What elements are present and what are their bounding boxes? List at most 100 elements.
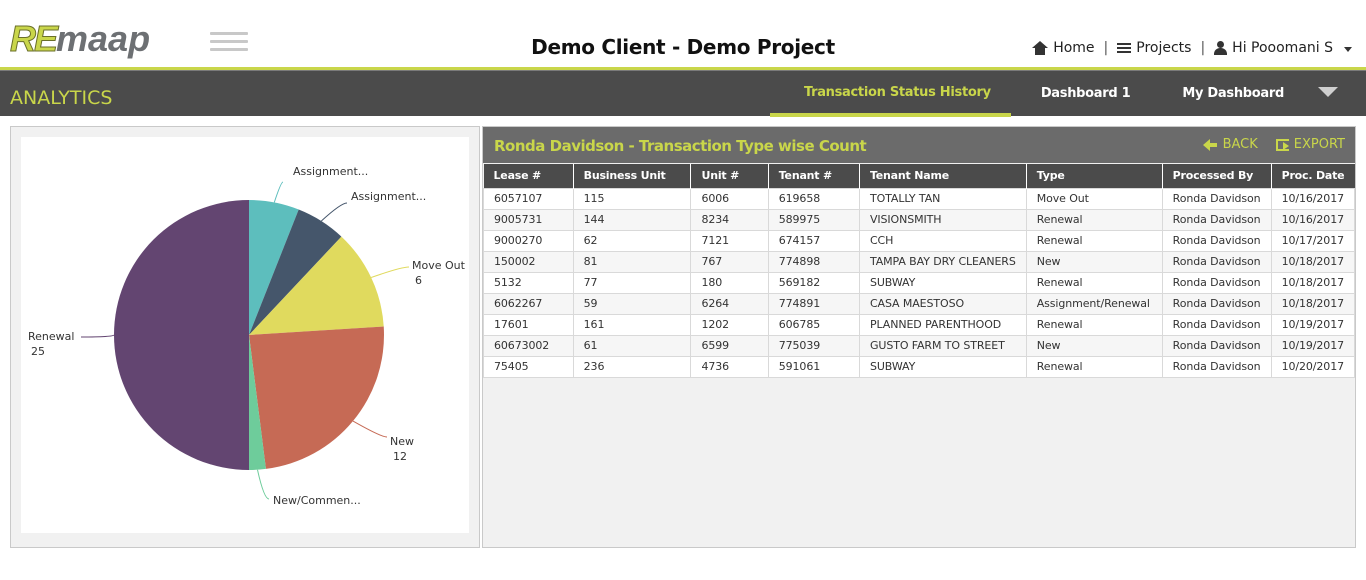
table-cell: 9005731 (483, 208, 574, 231)
table-cell: 767 (690, 250, 769, 273)
table-cell: 774891 (767, 292, 860, 315)
table-cell: 10/19/2017 (1270, 334, 1356, 357)
table-cell: 774898 (767, 250, 860, 273)
column-header[interactable]: Processed By (1162, 164, 1272, 188)
analytics-label: ANALYTICS (10, 87, 113, 109)
table-cell: GUSTO FARM TO STREET (858, 334, 1027, 357)
export-icon (1275, 138, 1289, 151)
home-link[interactable]: Home (1032, 40, 1095, 56)
table-cell: 6057107 (483, 187, 574, 210)
table-cell: 144 (572, 208, 692, 231)
table-cell: Ronda Davidson (1161, 250, 1272, 273)
table-row[interactable]: 6062267 59 6264 774891 CASA MAESTOSO Assignme… (483, 292, 1356, 315)
user-greeting: Hi Pooomani S (1232, 40, 1333, 56)
pie-slice-label: Assignment... (351, 190, 426, 203)
column-header[interactable]: Unit # (690, 164, 769, 188)
table-cell: 589975 (767, 208, 860, 231)
table-cell: 6264 (690, 292, 769, 315)
table-cell: 4736 (690, 355, 769, 378)
table-cell: 10/18/2017 (1270, 292, 1356, 315)
pie-slice-label: New/Commen... (273, 494, 361, 507)
pie-slice[interactable] (249, 326, 384, 469)
table-row[interactable]: 9000270 62 7121 674157 CCH Renewal Ronda David… (483, 229, 1356, 252)
table-cell: Ronda Davidson (1161, 271, 1272, 294)
pie-label-connector (370, 266, 410, 278)
table-row[interactable]: 9005731 144 8234 589975 VISIONSMITH Renewal Ro… (483, 208, 1356, 231)
nav-separator: | (1200, 40, 1206, 56)
column-header[interactable]: Type (1026, 164, 1163, 188)
table-cell: 180 (690, 271, 769, 294)
table-cell: 77 (572, 271, 692, 294)
table-cell: Ronda Davidson (1161, 229, 1272, 252)
table-cell: 9000270 (483, 229, 574, 252)
table-cell: 115 (572, 187, 692, 210)
tab-dashboard-1[interactable]: Dashboard 1 (1011, 71, 1157, 117)
table-cell: 591061 (767, 355, 860, 378)
pie-slice-label: Move Out (412, 259, 466, 272)
table-row[interactable]: 17601 161 1202 606785 PLANNED PARENTHOOD Rene… (483, 313, 1356, 336)
column-header[interactable]: Lease # (483, 164, 574, 188)
column-header[interactable]: Business Unit (573, 164, 692, 188)
table-cell: 569182 (767, 271, 860, 294)
tabs-dropdown-icon[interactable] (1310, 71, 1346, 117)
table-cell: 10/19/2017 (1270, 313, 1356, 336)
table-cell: 8234 (690, 208, 769, 231)
pie-slice-label: Assignment... (293, 165, 368, 178)
table-row[interactable]: 6057107 115 6006 619658 TOTALLY TAN Move Out R… (483, 187, 1356, 210)
table-panel: Ronda Davidson - Transaction Type wise C… (482, 126, 1356, 548)
pie-slice-value: 12 (393, 450, 407, 463)
tab-transaction-status-history[interactable]: Transaction Status History (769, 71, 1011, 117)
table-cell: 5132 (483, 271, 574, 294)
table-cell: 236 (572, 355, 692, 378)
pie-label-connector (320, 202, 348, 222)
table-cell: Ronda Davidson (1161, 292, 1272, 315)
transactions-table: Lease # Business Unit Unit # Tenant # Te… (483, 164, 1356, 378)
chevron-down-icon (1344, 46, 1352, 52)
table-cell: PLANNED PARENTHOOD (858, 313, 1027, 336)
table-row[interactable]: 150002 81 767 774898 TAMPA BAY DRY CLEANERS N… (483, 250, 1356, 273)
table-cell: 60673002 (483, 334, 574, 357)
table-row[interactable]: 75405 236 4736 591061 SUBWAY Renewal Ronda Dav… (483, 355, 1356, 378)
table-cell: 6599 (690, 334, 769, 357)
pie-label-connector (352, 420, 388, 438)
projects-link[interactable]: Projects (1117, 40, 1191, 56)
table-cell: TAMPA BAY DRY CLEANERS (858, 250, 1027, 273)
pie-chart: Assignment... Assignment... Move Out 6 New 12… (21, 137, 469, 533)
table-cell: 7121 (690, 229, 769, 252)
table-cell: 161 (572, 313, 692, 336)
analytics-tabs: Transaction Status History Dashboard 1 M… (769, 71, 1346, 117)
table-cell: 59 (572, 292, 692, 315)
table-cell: 17601 (483, 313, 574, 336)
table-cell: New (1025, 250, 1163, 273)
table-cell: 10/16/2017 (1270, 208, 1356, 231)
tab-my-dashboard[interactable]: My Dashboard (1156, 71, 1310, 117)
back-button[interactable]: BACK (1202, 137, 1258, 152)
table-cell: 81 (572, 250, 692, 273)
table-cell: Ronda Davidson (1161, 208, 1272, 231)
column-header[interactable]: Proc. Date (1271, 164, 1355, 188)
table-cell: 10/17/2017 (1270, 229, 1356, 252)
table-cell: Ronda Davidson (1161, 187, 1272, 210)
pie-slice-value: 25 (31, 345, 45, 358)
back-arrow-icon (1202, 138, 1217, 151)
table-cell: 10/20/2017 (1270, 355, 1356, 378)
table-panel-title: Ronda Davidson - Transaction Type wise C… (494, 137, 867, 155)
table-row[interactable]: 5132 77 180 569182 SUBWAY Renewal Ronda Davids… (483, 271, 1356, 294)
nav-separator: | (1103, 40, 1109, 56)
table-cell: 1202 (690, 313, 769, 336)
table-row[interactable]: 60673002 61 6599 775039 GUSTO FARM TO STREET… (483, 334, 1356, 357)
pie-slice[interactable] (114, 200, 249, 470)
pie-label-connector (256, 469, 270, 500)
table-cell: 10/16/2017 (1270, 187, 1356, 210)
column-header[interactable]: Tenant # (768, 164, 860, 188)
table-header-row: Lease # Business Unit Unit # Tenant # Te… (483, 164, 1355, 188)
table-cell: Renewal (1025, 355, 1163, 378)
table-cell: CCH (858, 229, 1027, 252)
column-header[interactable]: Tenant Name (859, 164, 1027, 188)
table-cell: Renewal (1025, 313, 1163, 336)
user-menu[interactable]: Hi Pooomani S (1214, 40, 1352, 56)
export-button[interactable]: EXPORT (1275, 137, 1345, 152)
table-cell: CASA MAESTOSO (858, 292, 1027, 315)
table-cell: 606785 (767, 313, 860, 336)
table-cell: 10/18/2017 (1270, 271, 1356, 294)
